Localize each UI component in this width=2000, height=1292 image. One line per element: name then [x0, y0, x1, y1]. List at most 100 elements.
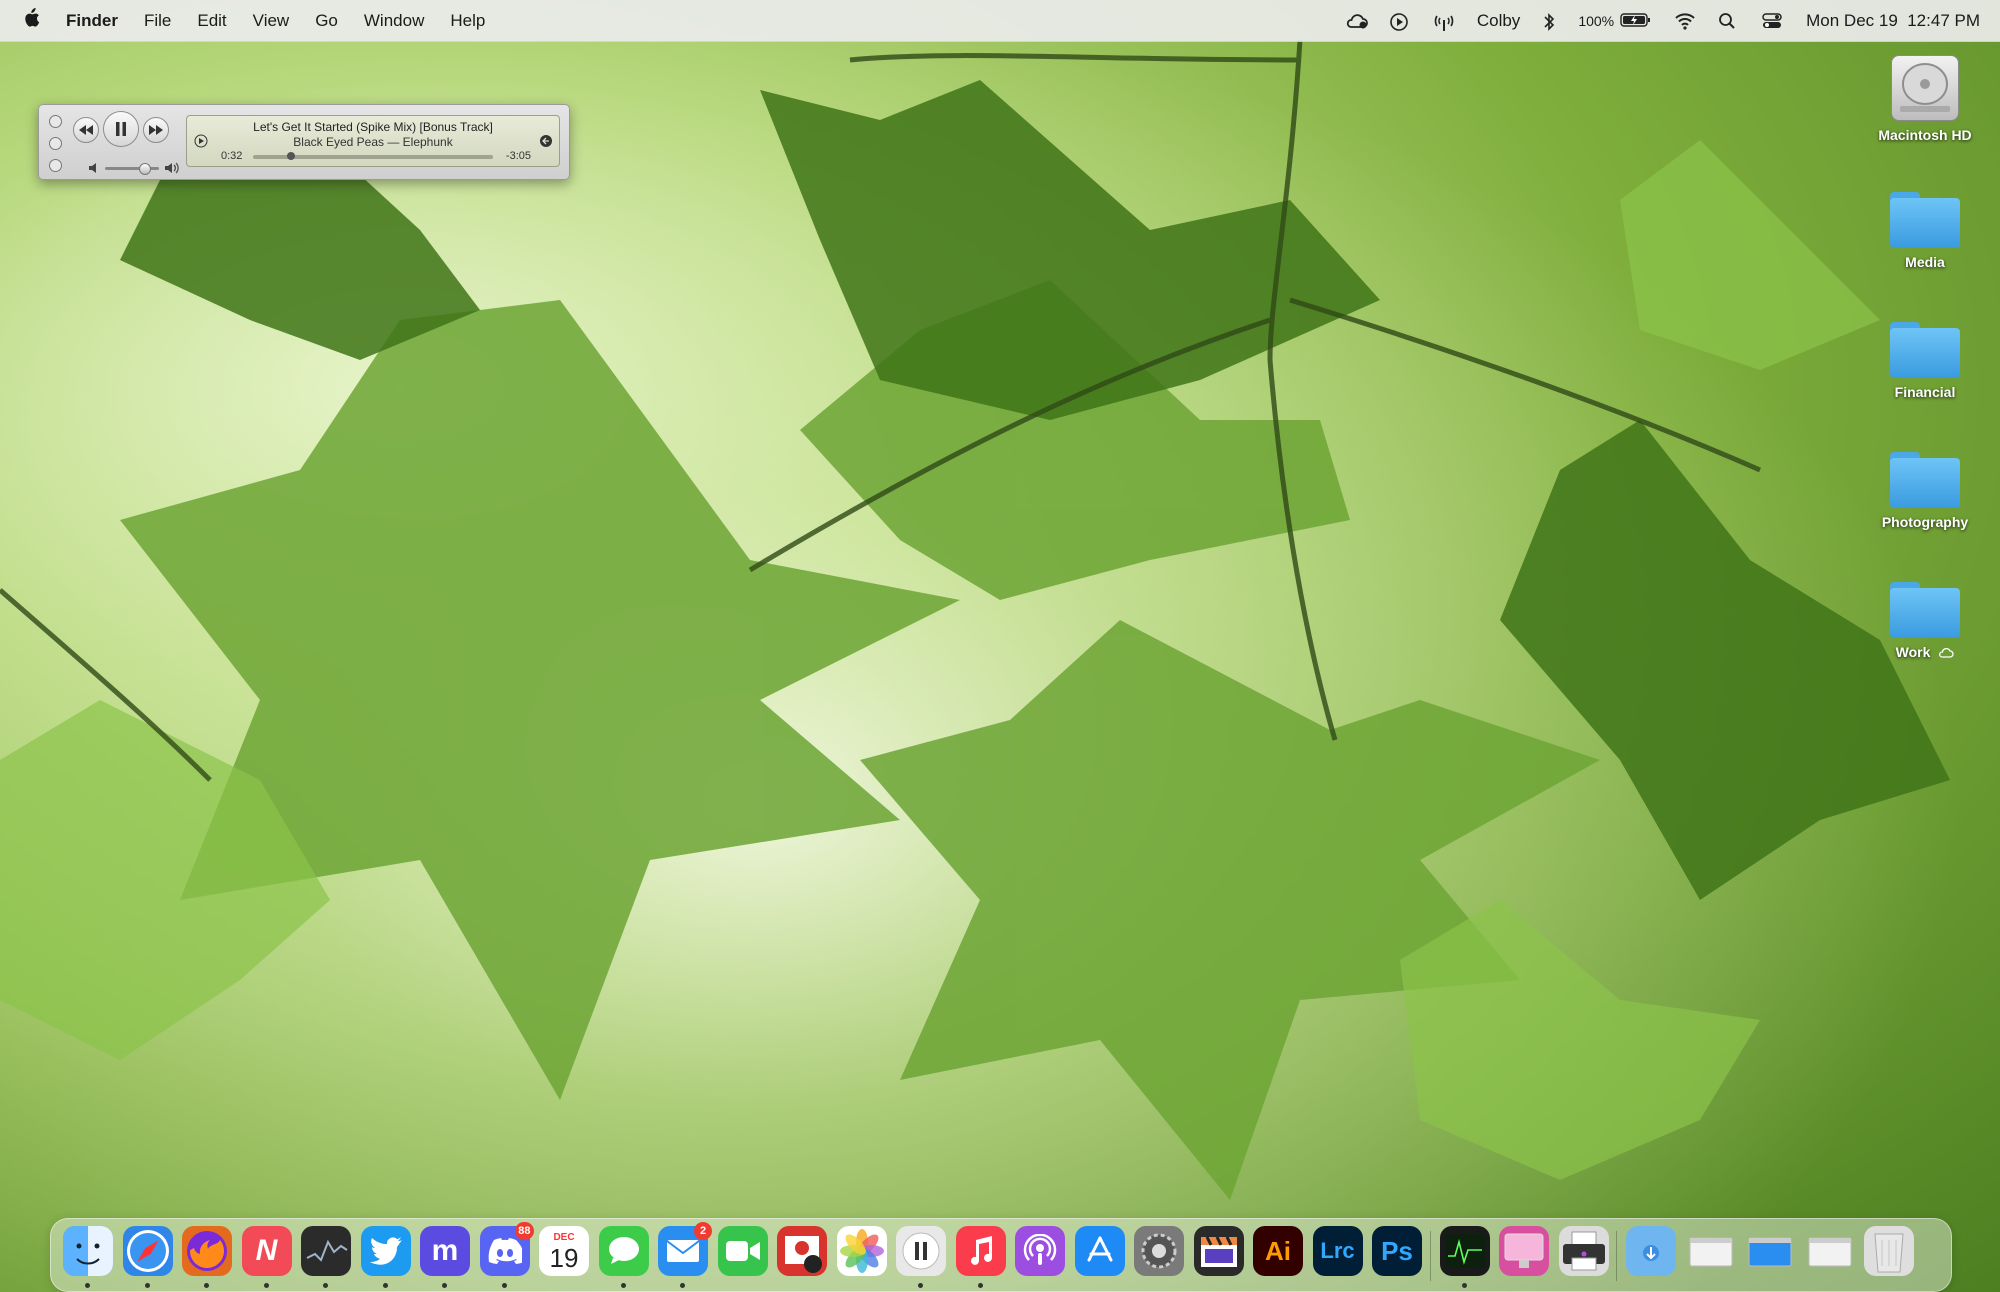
dock-app-final-cut[interactable] [1193, 1226, 1244, 1276]
close-window-button[interactable] [49, 115, 62, 128]
volume-high-icon [165, 162, 179, 174]
envelope-icon [666, 1239, 700, 1263]
dock-app-discord-window[interactable] [1686, 1226, 1736, 1276]
menu-window[interactable]: Window [364, 11, 424, 31]
next-track-button[interactable] [143, 117, 169, 143]
volume-low-icon [89, 163, 96, 173]
running-indicator [680, 1283, 685, 1288]
dock-separator [1429, 1231, 1431, 1281]
desktop-item-label: Financial [1894, 384, 1956, 400]
desktop-wallpaper [0, 0, 2000, 1292]
dock-app-safari[interactable] [122, 1226, 173, 1276]
dock-app-photos[interactable] [836, 1226, 887, 1276]
user-name[interactable]: Colby [1477, 11, 1520, 31]
dock-app-stocks[interactable] [301, 1226, 351, 1276]
running-indicator [204, 1283, 209, 1288]
dock-app-illustrator[interactable]: Ai [1253, 1226, 1303, 1276]
wifi-icon[interactable] [1674, 12, 1696, 30]
folder-icon [1890, 322, 1960, 378]
dock-app-discord[interactable]: 88 [479, 1222, 534, 1276]
music-note-icon [966, 1234, 996, 1268]
snapback-icon[interactable] [539, 134, 553, 148]
dock-app-twitter[interactable] [360, 1226, 411, 1276]
app-store-icon [1083, 1234, 1117, 1268]
clapper-icon [1199, 1233, 1239, 1269]
dock-app-twitter-window[interactable] [1745, 1226, 1795, 1276]
previous-track-button[interactable] [73, 117, 99, 143]
menubar-clock[interactable]: Mon Dec 19 12:47 PM [1806, 11, 1980, 31]
play-circle-icon[interactable] [1389, 12, 1411, 31]
maple-leaves-illustration [0, 0, 2000, 1292]
elapsed-time: 0:32 [221, 150, 243, 162]
dock-app-photoshop[interactable]: Ps [1372, 1226, 1422, 1276]
dock-app-firefox[interactable] [182, 1226, 232, 1276]
desktop-item-label: Photography [1881, 514, 1969, 530]
control-center-icon[interactable] [1762, 12, 1784, 30]
lightroom-icon: Lrc [1320, 1238, 1355, 1263]
photoshop-icon: Ps [1381, 1235, 1413, 1266]
dock-app-messages[interactable] [598, 1226, 649, 1276]
dock-app-now-playing[interactable] [896, 1226, 946, 1276]
dock-app-photo-booth[interactable] [777, 1226, 827, 1276]
notification-badge: 88 [515, 1222, 534, 1240]
podcast-icon [1023, 1234, 1057, 1268]
dock-app-finder[interactable] [63, 1226, 113, 1276]
dock-app-mastodon[interactable]: m [420, 1226, 470, 1276]
menu-help[interactable]: Help [450, 11, 485, 31]
menu-file[interactable]: File [144, 11, 171, 31]
dock-app-facetime[interactable] [717, 1226, 768, 1276]
cloud-sync-icon[interactable] [1345, 12, 1368, 30]
dock-app-mail[interactable]: 2 [658, 1222, 712, 1276]
app-menu-finder[interactable]: Finder [66, 11, 118, 31]
desktop-item-macintosh-hd[interactable]: Macintosh HD [1855, 55, 1995, 145]
dock-app-calendar[interactable]: DEC 19 [539, 1226, 589, 1276]
trash-icon [1869, 1228, 1909, 1274]
minimize-window-button[interactable] [49, 137, 62, 150]
folder-icon [1890, 452, 1960, 508]
dock-app-printer[interactable] [1558, 1226, 1609, 1276]
apple-icon[interactable] [22, 7, 40, 34]
desktop-item-photography[interactable]: Photography [1855, 452, 1995, 532]
dock-app-trash[interactable] [1864, 1226, 1914, 1276]
volume-knob[interactable] [138, 163, 151, 175]
window-thumbnail-icon [1805, 1226, 1855, 1276]
volume-slider[interactable] [89, 161, 179, 175]
play-pause-button[interactable] [103, 111, 139, 147]
desktop-item-label: Media [1905, 254, 1945, 270]
now-playing-display: Let's Get It Started (Spike Mix) [Bonus … [186, 115, 560, 167]
dock-app-app-store[interactable] [1074, 1226, 1125, 1276]
menu-edit[interactable]: Edit [197, 11, 226, 31]
dock-app-activity-monitor[interactable] [1439, 1226, 1490, 1276]
progress-scrubber[interactable] [253, 152, 493, 160]
bluetooth-icon[interactable] [1542, 12, 1556, 31]
stocks-icon [301, 1226, 351, 1276]
window-controls [49, 115, 62, 181]
desktop-item-work[interactable]: Work [1855, 582, 1995, 662]
illustrator-icon: Ai [1265, 1235, 1291, 1266]
dock-app-clean-my-mac[interactable] [1499, 1226, 1549, 1276]
hard-drive-icon [1891, 55, 1959, 121]
play-small-icon[interactable] [194, 134, 208, 148]
dock-app-system-preferences[interactable] [1134, 1226, 1184, 1276]
search-icon[interactable] [1718, 12, 1740, 30]
dock-app-music[interactable] [955, 1226, 1006, 1276]
desktop-item-media[interactable]: Media [1855, 192, 1995, 272]
dock-app-lightroom-classic[interactable]: Lrc [1312, 1226, 1363, 1276]
dock-app-safari-window[interactable] [1805, 1226, 1855, 1276]
battery-icon[interactable] [1620, 12, 1652, 30]
menu-go[interactable]: Go [315, 11, 338, 31]
desktop-item-financial[interactable]: Financial [1855, 322, 1995, 402]
desktop-item-label: Macintosh HD [1878, 127, 1972, 143]
menu-view[interactable]: View [253, 11, 290, 31]
itunes-mini-player: Let's Get It Started (Spike Mix) [Bonus … [38, 104, 570, 180]
zoom-window-button[interactable] [49, 159, 62, 172]
fast-forward-icon [149, 125, 163, 135]
airdrop-antenna-icon[interactable] [1433, 12, 1455, 31]
playhead[interactable] [287, 152, 296, 160]
running-indicator [918, 1283, 923, 1288]
track-title: Let's Get It Started (Spike Mix) [Bonus … [253, 120, 493, 134]
dock-app-news[interactable]: N [241, 1226, 292, 1276]
track-artist-album: Black Eyed Peas — Elephunk [293, 135, 453, 149]
dock-app-podcasts[interactable] [1015, 1226, 1065, 1276]
dock-app-downloads-folder[interactable] [1626, 1226, 1676, 1276]
